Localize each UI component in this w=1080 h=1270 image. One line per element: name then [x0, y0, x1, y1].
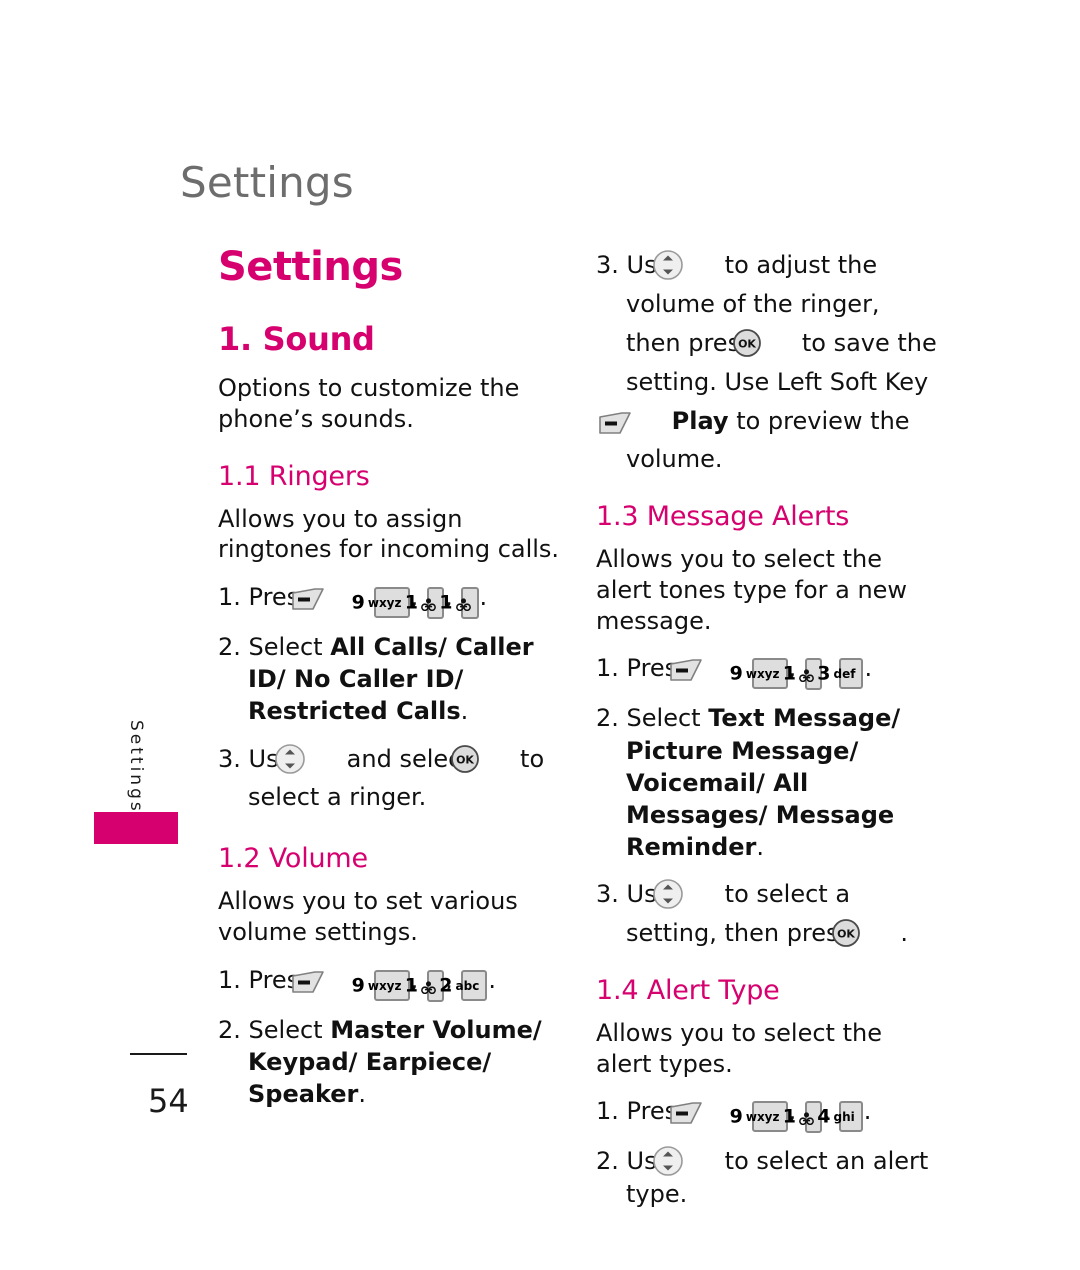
key-1-voicemail-icon-2: 1: [439, 587, 479, 620]
thumb-tab-marker: [94, 812, 178, 844]
alert-type-step-1: 1. Press , 9wxyz, 1, 4ghi.: [596, 1095, 941, 1134]
subsection-title-volume: 1.2 Volume: [218, 843, 368, 875]
message-alerts-step-2-prefix: 2. Select: [596, 704, 701, 733]
period-1: .: [479, 583, 488, 612]
volume-step-3-d: to preview the volume.: [626, 406, 910, 474]
right-column: 3. Use to adjust the volume of the ringe…: [596, 246, 941, 1222]
message-alerts-step-1: 1. Press , 9wxyz, 1, 3def.: [596, 652, 941, 691]
message-alerts-intro: Allows you to select the alert tones typ…: [596, 545, 908, 635]
message-alerts-step-2-suffix: .: [756, 833, 765, 862]
ringers-step-1: 1. Press , 9wxyz, 1, 1.: [218, 581, 563, 620]
period-4: .: [863, 1097, 872, 1126]
section-intro: Options to customize the phone’s sounds.: [218, 374, 520, 433]
ok-key-icon: OK: [733, 328, 792, 358]
ringers-step-2-suffix: .: [460, 697, 469, 726]
subsection-title-message-alerts: 1.3 Message Alerts: [596, 501, 850, 533]
ringers-step-2: 2. Select All Calls/ Caller ID/ No Calle…: [218, 631, 563, 727]
soft-key-icon: [670, 1101, 733, 1125]
thumb-tab-label: Settings: [126, 720, 146, 814]
soft-key-icon: [670, 658, 733, 682]
key-2-abc-icon: 2 abc: [439, 969, 488, 1001]
key-4-ghi-icon: 4 ghi: [817, 1101, 863, 1133]
navigation-key-icon: [653, 878, 714, 910]
page-number: 54: [148, 1082, 189, 1120]
subsection-title-alert-type: 1.4 Alert Type: [596, 974, 780, 1006]
message-alerts-step-2: 2. Select Text Message/ Picture Message/…: [596, 702, 941, 863]
key-3-def-icon: 3 def: [817, 658, 864, 690]
message-alerts-step-3-c: .: [900, 919, 908, 948]
svg-text:OK: OK: [456, 753, 474, 766]
subsection-title-ringers: 1.1 Ringers: [218, 460, 370, 492]
alert-type-step-2: 2. Use to select an alert type.: [596, 1145, 941, 1209]
navigation-key-icon: [275, 743, 336, 775]
folio-rule: [130, 1053, 187, 1055]
navigation-key-icon: [653, 1145, 714, 1177]
soft-key-icon: [292, 970, 355, 994]
alert-type-intro: Allows you to select the alert types.: [596, 1019, 882, 1078]
ringers-intro: Allows you to assign ringtones for incom…: [218, 504, 560, 564]
left-column: Settings 1. Sound Options to customize t…: [218, 246, 563, 1122]
ringers-step-2-prefix: 2. Select: [218, 633, 323, 662]
soft-key-icon: [292, 587, 355, 611]
period-3: .: [864, 654, 873, 683]
volume-step-1: 1. Press , 9wxyz, 1, 2abc.: [218, 964, 563, 1002]
ok-key-icon: OK: [831, 918, 891, 948]
volume-step-2-suffix: .: [358, 1080, 367, 1109]
volume-step-2: 2. Select Master Volume/ Keypad/ Earpiec…: [218, 1014, 563, 1110]
running-head: Settings: [180, 158, 354, 207]
volume-intro: Allows you to set various volume setting…: [218, 887, 518, 947]
message-alerts-step-3: 3. Use to select a setting, then press O…: [596, 875, 941, 953]
volume-step-3: 3. Use to adjust the volume of the ringe…: [596, 246, 941, 479]
volume-step-2-prefix: 2. Select: [218, 1015, 323, 1044]
ringers-step-3: 3. Use and select OK to select a ringer.: [218, 740, 563, 818]
navigation-key-icon: [653, 249, 714, 281]
chapter-title: Settings: [218, 244, 403, 290]
volume-step-3-play-label: Play: [671, 406, 729, 435]
svg-text:OK: OK: [738, 337, 756, 350]
section-title: 1. Sound: [218, 320, 375, 358]
soft-key-icon: [599, 408, 662, 434]
ok-key-icon: OK: [451, 744, 510, 774]
svg-text:OK: OK: [837, 928, 855, 941]
period-2: .: [488, 965, 496, 994]
